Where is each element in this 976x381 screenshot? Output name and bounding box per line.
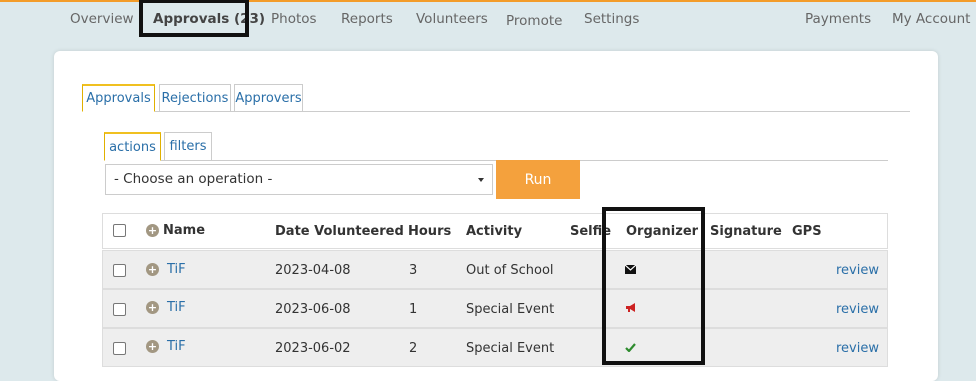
header-hours[interactable]: Hours	[408, 224, 451, 239]
main-tabs: Approvals Rejections Approvers	[82, 83, 910, 112]
nav-settings[interactable]: Settings	[584, 11, 639, 27]
row-hours: 3	[409, 263, 418, 278]
row-hours: 1	[409, 302, 418, 317]
header-name[interactable]: Name	[163, 223, 205, 238]
row-checkbox[interactable]	[113, 342, 126, 355]
megaphone-icon	[625, 302, 637, 312]
header-gps[interactable]: GPS	[792, 224, 822, 239]
nav-payments[interactable]: Payments	[805, 11, 871, 27]
expand-row-icon[interactable]: +	[146, 340, 159, 353]
expand-row-icon[interactable]: +	[146, 263, 159, 276]
row-date: 2023-06-02	[275, 341, 351, 356]
nav-volunteers[interactable]: Volunteers	[416, 11, 488, 27]
nav-overview[interactable]: Overview	[70, 11, 134, 27]
expand-row-icon[interactable]: +	[146, 301, 159, 314]
review-link[interactable]: review	[836, 302, 879, 317]
nav-promote[interactable]: Promote	[506, 13, 562, 29]
tab-filters[interactable]: filters	[164, 132, 212, 161]
checkmark-icon	[625, 341, 637, 353]
tab-approvers[interactable]: Approvers	[234, 84, 303, 112]
header-selfie[interactable]: Selfie	[570, 224, 611, 239]
nav-photos[interactable]: Photos	[271, 11, 317, 27]
row-activity: Special Event	[466, 302, 555, 317]
table-row: + TiF 2023-06-08 1 Special Event review	[102, 289, 888, 328]
tab-rejections[interactable]: Rejections	[159, 84, 231, 112]
row-hours: 2	[409, 341, 418, 356]
operation-select[interactable]: - Choose an operation -	[105, 164, 493, 195]
operation-select-value: - Choose an operation -	[114, 171, 273, 187]
header-date[interactable]: Date Volunteered	[275, 224, 404, 239]
table-row: + TiF 2023-04-08 3 Out of School review	[102, 250, 888, 289]
table-header: + Name Date Volunteered Hours Activity S…	[102, 213, 888, 249]
row-date: 2023-04-08	[275, 263, 351, 278]
review-link[interactable]: review	[836, 263, 879, 278]
tab-actions[interactable]: actions	[104, 132, 161, 161]
row-activity: Out of School	[466, 263, 554, 278]
row-name-link[interactable]: TiF	[167, 300, 186, 315]
review-link[interactable]: review	[836, 341, 879, 356]
select-all-checkbox[interactable]	[113, 224, 126, 237]
row-name-link[interactable]: TiF	[167, 339, 186, 354]
nav-reports[interactable]: Reports	[341, 11, 393, 27]
row-checkbox[interactable]	[113, 303, 126, 316]
expand-all-icon[interactable]: +	[146, 224, 159, 237]
row-date: 2023-06-08	[275, 302, 351, 317]
nav-my-account[interactable]: My Account	[892, 11, 970, 27]
header-signature[interactable]: Signature	[710, 224, 782, 239]
sub-tabs: actions filters	[104, 131, 888, 161]
header-activity[interactable]: Activity	[466, 224, 522, 239]
row-name-link[interactable]: TiF	[167, 262, 186, 277]
tab-approvals[interactable]: Approvals	[82, 84, 155, 112]
chevron-down-icon	[478, 178, 484, 182]
envelope-icon	[624, 263, 637, 274]
header-organizer[interactable]: Organizer	[626, 224, 698, 239]
row-activity: Special Event	[466, 341, 555, 356]
table-row: + TiF 2023-06-02 2 Special Event review	[102, 328, 888, 367]
row-checkbox[interactable]	[113, 264, 126, 277]
highlight-box-approvals	[139, 0, 249, 37]
run-button[interactable]: Run	[496, 160, 580, 199]
